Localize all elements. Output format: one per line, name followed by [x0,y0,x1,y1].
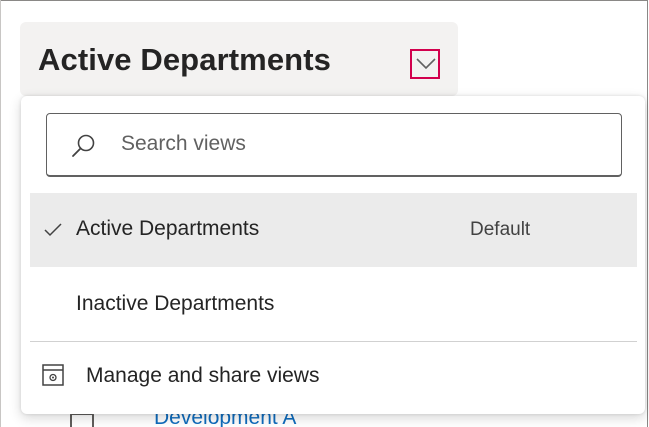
manage-views-label: Manage and share views [86,364,320,387]
search-box[interactable] [46,113,622,177]
view-option-inactive-departments[interactable]: Inactive Departments [30,268,637,342]
view-selector-toggle-button[interactable] [410,49,440,79]
chevron-down-icon [416,58,436,70]
search-views-input[interactable] [121,128,601,160]
window-top-border [0,0,648,1]
view-option-label: Active Departments [76,217,260,240]
settings-window-icon [42,364,64,386]
window-left-border [0,0,1,427]
view-title[interactable]: Active Departments [38,42,331,78]
manage-and-share-views-button[interactable]: Manage and share views [30,346,637,408]
window-right-border [647,0,648,427]
menu-divider [30,341,637,342]
view-option-label: Inactive Departments [76,292,275,315]
view-option-active-departments[interactable]: Active Departments Default [30,193,637,267]
view-selector-dropdown: Active Departments Default Inactive Depa… [21,96,645,414]
default-view-tag: Default [470,219,531,240]
checkmark-icon [44,223,62,237]
row-checkbox[interactable] [70,413,94,427]
search-icon [72,134,95,157]
view-selector[interactable]: Active Departments [20,22,458,96]
